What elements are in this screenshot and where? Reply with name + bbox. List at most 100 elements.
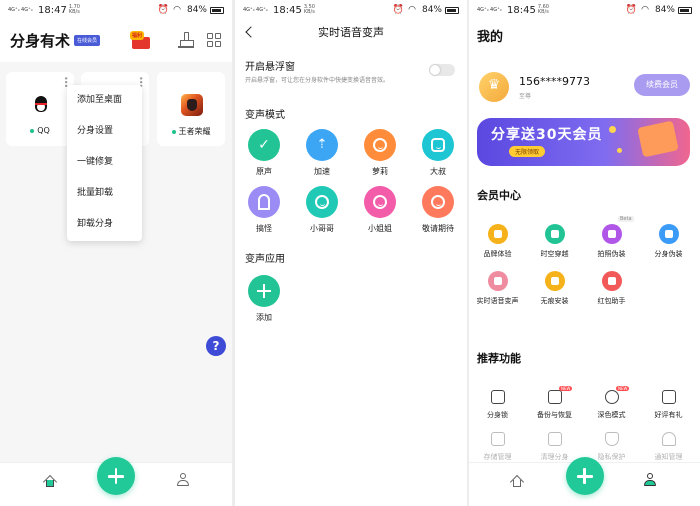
running-dot: [30, 128, 35, 133]
wangzhe-icon: [181, 94, 203, 116]
menu-item-clone-settings[interactable]: 分身设置: [67, 116, 142, 147]
floating-window-toggle[interactable]: [429, 64, 455, 76]
battery-icon: [445, 6, 459, 14]
banner-subtag: 无限领取: [509, 146, 546, 157]
battery-percent: 84%: [654, 5, 675, 15]
share-promo-banner[interactable]: 分享送30天会员 无限领取: [477, 118, 690, 166]
rec-item-storage[interactable]: 存储管理: [469, 432, 526, 462]
floating-window-row: 开启悬浮窗 开启悬浮窗，可让您在分身软件中快捷变换语音音效。: [235, 58, 467, 90]
voice-mode-label: 小姐姐: [368, 224, 392, 233]
home-icon[interactable]: [509, 474, 525, 490]
coin-icon: [617, 148, 622, 153]
page-title: 我的: [477, 30, 504, 45]
voice-mode-coming-soon[interactable]: 敬请期待: [409, 186, 467, 234]
voice-mode-label: 萝莉: [372, 167, 388, 176]
voice-mode-girl[interactable]: 小姐姐: [351, 186, 409, 234]
shield-icon: [604, 432, 619, 446]
bell-icon: [661, 432, 676, 446]
member-item-label: 拍照伪装: [597, 250, 626, 258]
status-time: 18:45: [507, 4, 536, 16]
rec-item-notifications[interactable]: 通知管理: [640, 432, 697, 462]
member-item-time-travel[interactable]: 时空穿越: [526, 224, 583, 259]
member-center-grid: 品牌体验 时空穿越 Beta 拍照伪装 分身伪装 实时语音变声 无痕安装 红包助…: [469, 216, 700, 306]
moon-icon: [604, 390, 619, 404]
user-phone: 156****9773: [519, 75, 590, 88]
running-dot: [171, 129, 176, 134]
microphone-icon: [487, 271, 508, 291]
menu-item-batch-uninstall[interactable]: 批量卸载: [67, 178, 142, 209]
rocket-icon: ⇡: [306, 129, 338, 161]
menu-item-add-to-desktop[interactable]: 添加至桌面: [67, 85, 142, 116]
ghost-icon: [544, 271, 565, 291]
location-pin-icon: [544, 224, 565, 244]
backup-icon: [547, 390, 562, 404]
bottom-nav: [0, 457, 232, 506]
recommended-title: 推荐功能: [477, 352, 521, 365]
battery-percent: 84%: [421, 5, 442, 15]
voice-mode-original[interactable]: ✓ 原声: [235, 129, 293, 177]
voice-mode-label: 大叔: [430, 167, 446, 176]
voice-mode-speedup[interactable]: ⇡ 加速: [293, 129, 351, 177]
voice-mode-label: 搞怪: [256, 224, 272, 233]
app-card-wangzhe[interactable]: 王者荣耀: [157, 72, 225, 146]
rec-item-review-gift[interactable]: 好评有礼: [640, 390, 697, 420]
profile-icon[interactable]: [176, 473, 190, 487]
page-title: 实时语音变声: [318, 26, 384, 39]
member-item-brand-experience[interactable]: 品牌体验: [469, 224, 526, 259]
voice-mode-funny[interactable]: 搞怪: [235, 186, 293, 234]
status-bar: 4G⁺ᵢₗ 4G⁺ᵢₗ 18:45 7.60 KB/s ⏰◠ 84%: [469, 0, 700, 20]
uncle-face-icon: [422, 129, 454, 161]
network-speed: 3.50 KB/s: [303, 4, 315, 15]
member-item-label: 红包助手: [597, 297, 626, 305]
member-item-traceless-install[interactable]: 无痕安装: [526, 271, 583, 306]
renew-membership-button[interactable]: 续费会员: [634, 74, 690, 96]
smile-icon: [422, 186, 454, 218]
battery-percent: 84%: [186, 5, 207, 15]
add-fab-button[interactable]: [97, 457, 135, 495]
crown-avatar-icon[interactable]: [479, 72, 509, 102]
bottom-nav: [469, 457, 700, 506]
battery-icon: [678, 6, 692, 14]
voice-mode-uncle[interactable]: 大叔: [409, 129, 467, 177]
home-screen-panel: 4G⁺ᵢₗ 4G⁺ᵢₗ 18:47 1.70 KB/s ⏰◠ 84% 分身有术 …: [0, 0, 232, 506]
rec-item-dark-mode[interactable]: NEW 深色模式: [583, 386, 640, 420]
rec-item-backup-restore[interactable]: NEW 备份与恢复: [526, 386, 583, 420]
status-time: 18:47: [38, 4, 67, 16]
rec-item-clone-lock[interactable]: 分身锁: [469, 390, 526, 420]
member-item-clone-disguise[interactable]: 分身伪装: [640, 224, 697, 259]
voice-changer-panel: 4G⁺ᵢₗ 4G⁺ᵢₗ 18:45 3.50 KB/s ⏰◠ 84% 实时语音变…: [235, 0, 467, 506]
profile-panel: 4G⁺ᵢₗ 4G⁺ᵢₗ 18:45 7.60 KB/s ⏰◠ 84% 我的 15…: [469, 0, 700, 506]
member-item-red-packet[interactable]: 红包助手: [583, 271, 640, 306]
menu-item-uninstall-clone[interactable]: 卸载分身: [67, 209, 142, 240]
user-profile: 156****9773 至尊 续费会员: [469, 72, 700, 106]
red-packet-icon: [601, 271, 622, 291]
add-fab-button[interactable]: [565, 457, 604, 495]
voice-mode-label: 小哥哥: [310, 224, 334, 233]
boy-face-icon: [306, 186, 338, 218]
help-button[interactable]: ?: [206, 336, 226, 356]
clean-icon[interactable]: [178, 32, 194, 48]
rec-item-clean[interactable]: 清理分身: [526, 432, 583, 462]
apps-grid-icon[interactable]: [206, 32, 222, 48]
app-label: 王者荣耀: [178, 127, 211, 136]
new-badge: NEW: [559, 386, 573, 391]
add-voice-app[interactable]: 添加: [235, 275, 293, 323]
alarm-wifi-icons: ⏰◠: [157, 5, 185, 15]
brand-icon: [487, 224, 508, 244]
profile-icon[interactable]: [643, 473, 657, 487]
add-label: 添加: [256, 313, 272, 322]
voice-mode-loli[interactable]: 萝莉: [351, 129, 409, 177]
home-icon[interactable]: [42, 474, 58, 490]
voice-mode-boy[interactable]: 小哥哥: [293, 186, 351, 234]
member-item-photo-disguise[interactable]: Beta 拍照伪装: [583, 216, 640, 259]
member-item-label: 无痕安装: [540, 297, 569, 305]
app-card-qq[interactable]: ••• QQ: [6, 72, 74, 146]
clean-icon: [547, 432, 562, 446]
vip-card-icon: [637, 120, 679, 158]
member-item-voice-changer[interactable]: 实时语音变声: [469, 271, 526, 306]
app-title: 分身有术: [10, 31, 71, 50]
menu-item-one-click-repair[interactable]: 一键修复: [67, 147, 142, 178]
voice-mode-label: 原声: [256, 167, 272, 176]
rec-item-label: 深色模式: [597, 411, 626, 419]
gift-icon[interactable]: 福利: [130, 31, 152, 49]
